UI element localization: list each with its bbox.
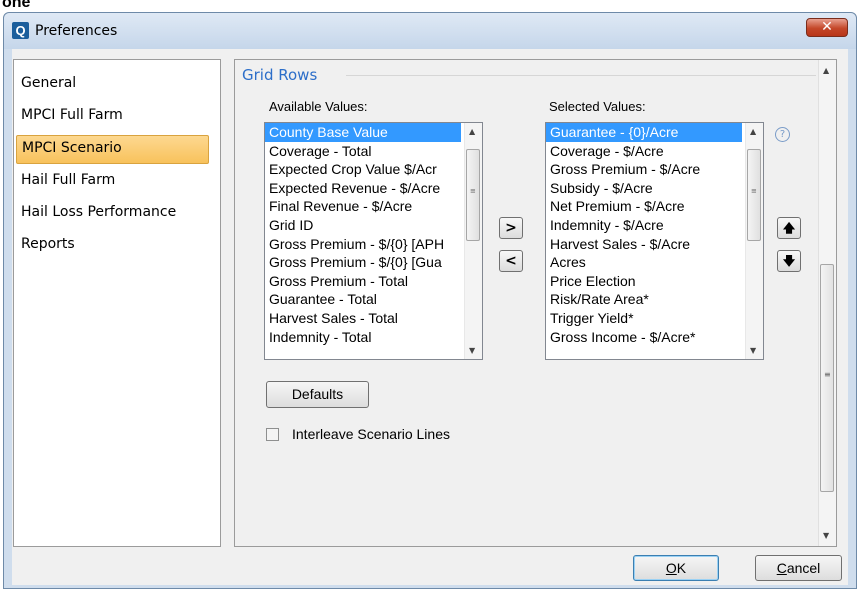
available-list-scrollbar[interactable]: ▲ ≡ ▼ [464, 123, 482, 359]
scroll-up-arrow-icon[interactable]: ▲ [823, 66, 829, 75]
section-title: Grid Rows [242, 66, 318, 84]
list-item[interactable]: Subsidy - $/Acre [546, 179, 742, 198]
settings-pane-scrollbar[interactable]: ▲ ≡ ▼ [818, 60, 836, 546]
list-item[interactable]: Guarantee - Total [265, 290, 461, 309]
list-item[interactable]: Risk/Rate Area* [546, 290, 742, 309]
scroll-down-arrow-icon[interactable]: ▼ [750, 346, 756, 355]
arrow-down-icon: 🡇 [782, 254, 796, 268]
list-item[interactable]: Indemnity - Total [265, 328, 461, 347]
list-item[interactable]: Gross Premium - Total [265, 272, 461, 291]
scroll-up-arrow-icon[interactable]: ▲ [750, 127, 756, 136]
nav-item-hail-loss-performance[interactable]: Hail Loss Performance [16, 199, 213, 226]
close-button[interactable]: ✕ [806, 18, 848, 37]
scroll-up-arrow-icon[interactable]: ▲ [469, 127, 475, 136]
move-left-button[interactable]: < [499, 250, 523, 272]
ok-label: K [676, 560, 687, 576]
selected-list-scrollbar[interactable]: ▲ ≡ ▼ [745, 123, 763, 359]
move-down-button[interactable]: 🡇 [777, 250, 801, 272]
available-values-list[interactable]: County Base Value Coverage - Total Expecte… [264, 122, 483, 360]
list-item[interactable]: Net Premium - $/Acre [546, 197, 742, 216]
list-item[interactable]: Gross Premium - $/{0} [Gua [265, 253, 461, 272]
scroll-down-arrow-icon[interactable]: ▼ [469, 346, 475, 355]
nav-item-hail-full-farm[interactable]: Hail Full Farm [16, 167, 213, 194]
list-item[interactable]: Harvest Sales - $/Acre [546, 235, 742, 254]
settings-pane-scroll-thumb[interactable]: ≡ [820, 264, 834, 492]
list-item[interactable]: Final Revenue - $/Acre [265, 197, 461, 216]
cancel-label: ancel [786, 560, 821, 576]
list-item[interactable]: Coverage - Total [265, 142, 461, 161]
close-icon: ✕ [821, 19, 833, 35]
cancel-button[interactable]: Cancel [755, 555, 842, 581]
background-strip [0, 0, 860, 12]
interleave-checkbox[interactable] [266, 428, 279, 441]
title-bar[interactable]: Q Preferences ✕ [4, 13, 856, 49]
defaults-button[interactable]: Defaults [266, 381, 369, 408]
preferences-dialog: Q Preferences ✕ General MPCI Full Farm M… [3, 12, 857, 589]
interleave-label: Interleave Scenario Lines [292, 426, 450, 442]
nav-item-reports[interactable]: Reports [16, 231, 213, 258]
list-item[interactable]: Indemnity - $/Acre [546, 216, 742, 235]
move-up-button[interactable]: 🡅 [777, 217, 801, 239]
list-item[interactable]: Gross Income - $/Acre* [546, 328, 742, 347]
preferences-nav: General MPCI Full Farm MPCI Scenario Hai… [13, 59, 221, 547]
list-item[interactable]: Grid ID [265, 216, 461, 235]
list-item[interactable]: Expected Revenue - $/Acre [265, 179, 461, 198]
selected-list-scroll-thumb[interactable]: ≡ [747, 149, 761, 241]
list-item[interactable]: Price Election [546, 272, 742, 291]
nav-item-general[interactable]: General [16, 70, 213, 97]
list-item[interactable]: Harvest Sales - Total [265, 309, 461, 328]
ok-accelerator: O [665, 560, 677, 576]
settings-pane: Grid Rows Available Values: Selected Val… [234, 59, 837, 547]
available-values-label: Available Values: [269, 99, 368, 114]
nav-item-mpci-full-farm[interactable]: MPCI Full Farm [16, 102, 213, 129]
chevron-right-icon: > [505, 220, 517, 236]
dialog-body: General MPCI Full Farm MPCI Scenario Hai… [12, 49, 848, 585]
selected-values-list[interactable]: Guarantee - {0}/Acre Coverage - $/Acre Gro… [545, 122, 764, 360]
list-item[interactable]: Gross Premium - $/Acre [546, 160, 742, 179]
cancel-accelerator: C [776, 560, 787, 576]
arrow-up-icon: 🡅 [782, 221, 796, 235]
list-item[interactable]: Guarantee - {0}/Acre [546, 123, 742, 142]
selected-values-label: Selected Values: [549, 99, 646, 114]
list-item[interactable]: County Base Value [265, 123, 461, 142]
window-title: Preferences [35, 23, 118, 39]
section-divider [346, 75, 816, 76]
ok-button[interactable]: OK [633, 555, 719, 581]
nav-item-mpci-scenario[interactable]: MPCI Scenario [16, 135, 209, 164]
app-logo-icon: Q [12, 22, 29, 39]
chevron-left-icon: < [505, 253, 517, 269]
list-item[interactable]: Gross Premium - $/{0} [APH [265, 235, 461, 254]
list-item[interactable]: Expected Crop Value $/Acr [265, 160, 461, 179]
scroll-down-arrow-icon[interactable]: ▼ [823, 531, 829, 540]
list-item[interactable]: Trigger Yield* [546, 309, 742, 328]
available-list-scroll-thumb[interactable]: ≡ [466, 149, 480, 241]
background-text: one [2, 0, 31, 11]
move-right-button[interactable]: > [499, 217, 523, 239]
list-item[interactable]: Acres [546, 253, 742, 272]
list-item[interactable]: Coverage - $/Acre [546, 142, 742, 161]
help-icon[interactable]: ? [775, 127, 790, 142]
